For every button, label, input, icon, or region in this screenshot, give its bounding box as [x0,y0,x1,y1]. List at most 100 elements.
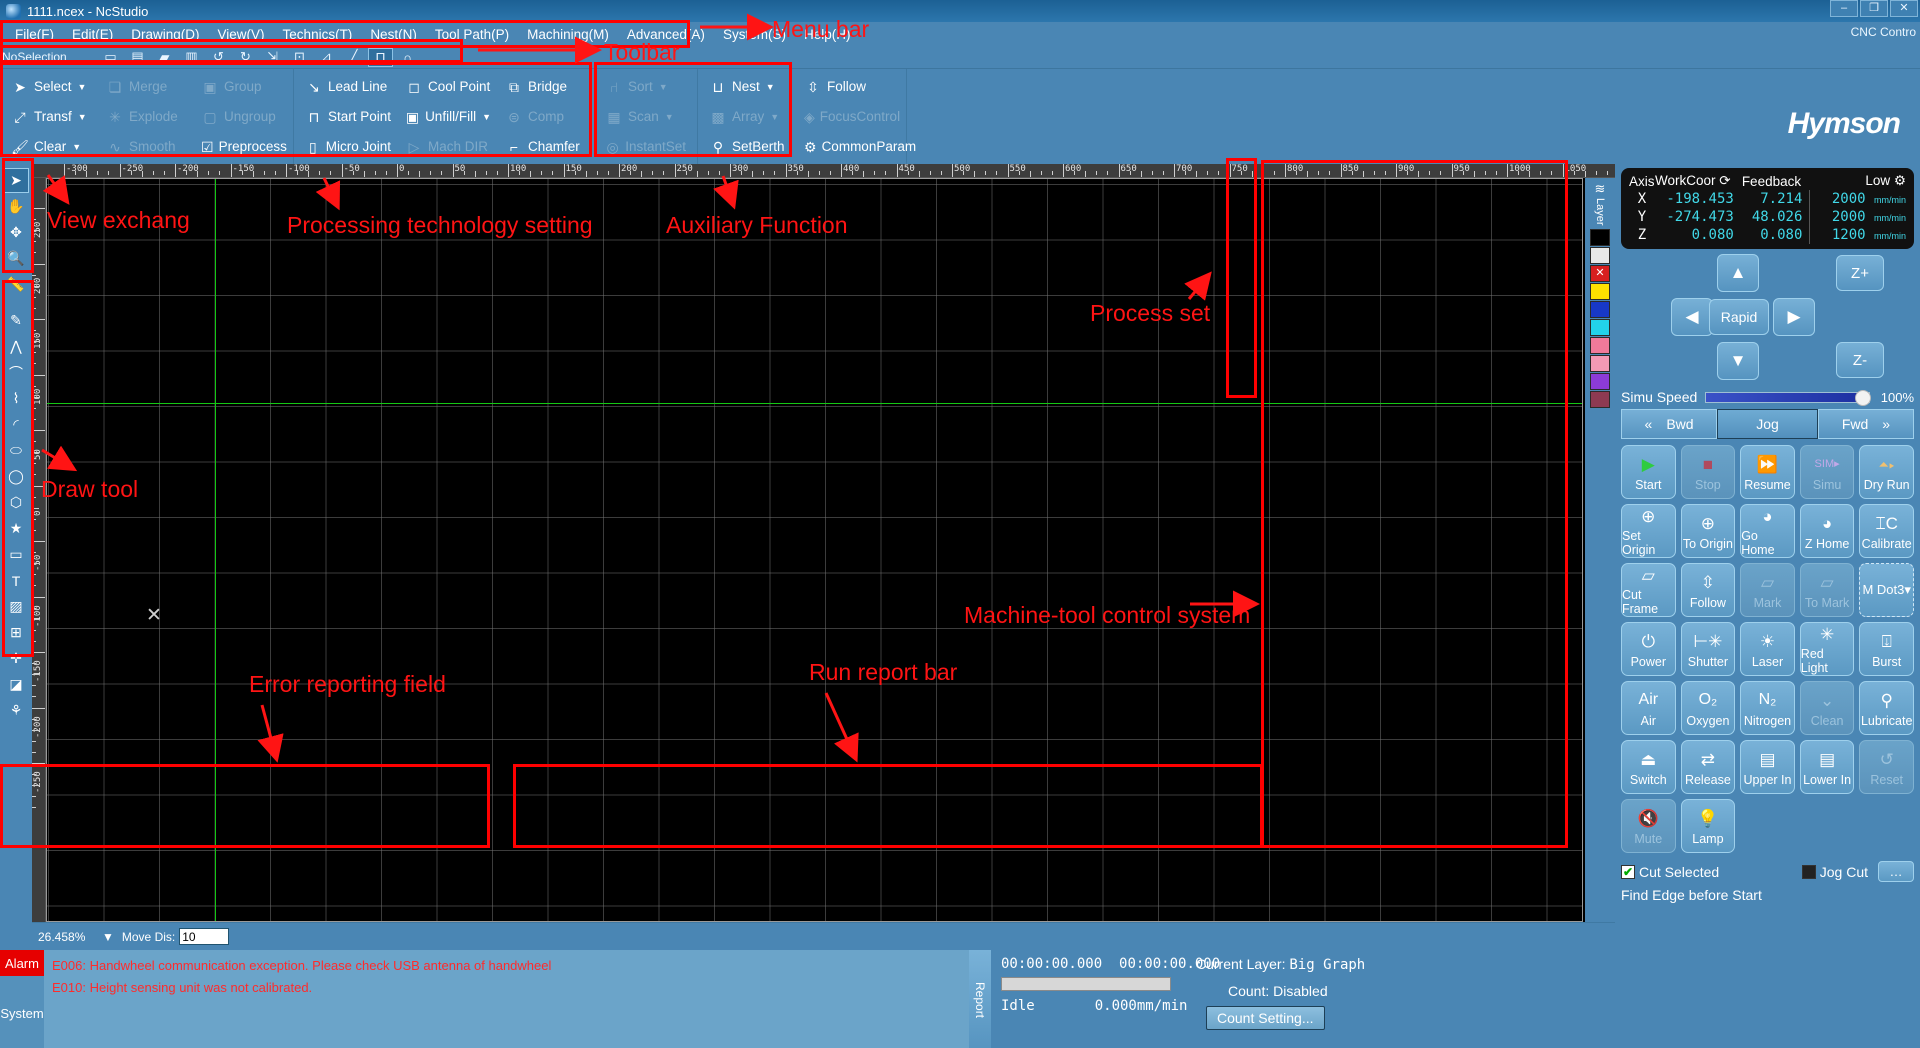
fwd-button[interactable]: Fwd » [1817,409,1914,439]
star-icon[interactable]: ★ [3,516,29,541]
rect-icon[interactable]: ▭ [3,542,29,567]
curve-icon[interactable]: ⌒ [3,360,29,385]
set-origin-button[interactable]: ⊕ Set Origin [1621,504,1676,558]
explode-button[interactable]: ✳ Explode [99,103,194,131]
frame-icon[interactable]: ⊡ [287,48,312,67]
simu-speed-slider[interactable] [1705,389,1871,406]
gear-icon[interactable]: ⚙ [1894,173,1906,188]
line-icon[interactable]: ╱ [341,48,366,67]
cut-selected-checkbox[interactable]: ✔ [1621,864,1635,879]
laser-button[interactable]: ☀ Laser [1740,622,1795,676]
menu-item-toolpath[interactable]: Tool Path(P) [426,25,518,44]
z-plus-button[interactable]: Z+ [1836,255,1884,291]
bwd-button[interactable]: « Bwd [1621,409,1718,439]
comp-button[interactable]: ⊜ Comp [498,103,598,131]
save-icon[interactable]: ▤ [125,48,150,67]
red-light-button[interactable]: ✳ Red Light [1799,622,1855,676]
go-home-button[interactable]: ◕ Go Home [1740,504,1795,558]
switch-button[interactable]: ⏏ Switch [1621,740,1676,794]
burst-button[interactable]: ⍗ Burst [1859,622,1914,676]
array-button[interactable]: ▩ Array ▼ [702,103,797,131]
smooth-button[interactable]: ∿ Smooth [99,133,194,161]
measure2-icon[interactable]: ⚘ [3,698,29,723]
layer-swatch-black[interactable] [1590,228,1610,246]
dry-run-button[interactable]: ⏶▸ Dry Run [1859,445,1914,499]
layer-swatch-cyan[interactable] [1590,318,1610,336]
zoom-icon[interactable]: 🔍 [3,246,29,271]
ellipse-icon[interactable]: ⬭ [3,438,29,463]
z-minus-button[interactable]: Z- [1836,342,1884,378]
lead-line-button[interactable]: ↘ Lead Line [298,73,398,101]
unfill-fill-button[interactable]: ▣ Unfill/Fill ▼ [398,103,498,131]
save-as-icon[interactable]: ▥ [179,48,204,67]
chevron-down-icon[interactable]: ▼ [770,112,779,122]
dim-icon[interactable]: ◪ [3,672,29,697]
new-file-icon[interactable]: ▭ [98,48,123,67]
text-icon[interactable]: T [3,568,29,593]
chevron-down-icon[interactable]: ▼ [72,142,81,152]
layer-swatch-maroon[interactable] [1590,390,1610,408]
group-button[interactable]: ▣ Group [194,73,289,101]
nest-button[interactable]: ⊔ Nest ▼ [702,73,797,101]
pen-icon[interactable]: ✎ [3,308,29,333]
menu-item-view[interactable]: View(V) [209,25,274,44]
crosshair-icon[interactable]: ✛ [3,646,29,671]
layer-swatch-red[interactable]: ✕ [1590,264,1610,282]
chevron-down-icon[interactable]: ▼ [102,930,114,944]
move-distance-input[interactable] [179,928,230,945]
tab-system[interactable]: System [0,976,44,1048]
lubricate-button[interactable]: ⚲ Lubricate [1859,681,1914,735]
cursor-icon[interactable]: ➤ [3,168,29,193]
common-param-button[interactable]: ⚙ CommonParam [797,133,916,161]
circle-icon[interactable]: ◯ [3,464,29,489]
follow-button[interactable]: ⇳ Follow [797,73,902,101]
cool-point-button[interactable]: ◻ Cool Point [398,73,498,101]
jog-right-button[interactable]: ▶ [1773,298,1815,336]
layer-swatch-purple[interactable] [1590,372,1610,390]
window-controls[interactable]: – ❐ ✕ [1828,0,1918,17]
ungroup-button[interactable]: ▢ Ungroup [194,103,289,131]
release-button[interactable]: ⇄ Release [1680,740,1736,794]
maximize-button[interactable]: ❐ [1860,0,1888,17]
chevron-down-icon[interactable]: ▼ [78,82,87,92]
redo-icon[interactable]: ↻ [233,48,258,67]
clear-button[interactable]: 🖌 Clear ▼ [4,133,99,161]
close-button[interactable]: ✕ [1890,0,1918,17]
arc-icon[interactable]: ◜ [3,412,29,437]
scan-button[interactable]: ▦ Scan ▼ [598,103,693,131]
node-icon[interactable]: ∏ [368,47,393,67]
image-icon[interactable]: ▨ [3,594,29,619]
reset-button[interactable]: ↺ Reset [1859,740,1914,794]
micro-joint-button[interactable]: ▯ Micro Joint [298,133,398,161]
menu-item-file[interactable]: File(F) [6,25,63,44]
undo-icon[interactable]: ↺ [206,48,231,67]
layer-swatch-pink[interactable] [1590,336,1610,354]
layers-stack-icon[interactable]: ≋ [1590,180,1610,198]
refresh-icon[interactable]: ⟳ [1719,173,1730,188]
resume-button[interactable]: ⏩ Resume [1740,445,1795,499]
start-button[interactable]: ▶ Start [1621,445,1676,499]
chevron-down-icon[interactable]: ▼ [665,112,674,122]
calibrate-button[interactable]: ⌶C Calibrate [1859,504,1914,558]
tab-report[interactable]: Report [969,950,991,1048]
stop-button[interactable]: ■ Stop [1680,445,1736,499]
jog-left-button[interactable]: ◀ [1671,298,1713,336]
merge-button[interactable]: ❏ Merge [99,73,194,101]
lamp-button[interactable]: 💡 Lamp [1680,799,1736,853]
canvas-grid[interactable]: ✕ [46,178,1583,922]
mark-button[interactable]: ▱ Mark [1740,563,1795,617]
menu-item-edit[interactable]: Edit(E) [63,25,122,44]
more-options-button[interactable]: … [1878,861,1914,882]
table-icon[interactable]: ⊞ [3,620,29,645]
select-button[interactable]: ➤ Select ▼ [4,73,99,101]
bridge-button[interactable]: ⧉ Bridge [498,73,598,101]
focus-control-button[interactable]: ◈ FocusControl [797,103,902,131]
shutter-button[interactable]: ⊢✳ Shutter [1680,622,1736,676]
node2-icon[interactable]: ∩ [395,48,420,67]
measure-icon[interactable]: ⊿ [314,48,339,67]
chevron-down-icon[interactable]: ▼ [659,82,668,92]
chamfer-button[interactable]: ⌐ Chamfer [498,133,598,161]
transform-button[interactable]: ⤢ Transf ▼ [4,103,99,131]
rapid-button[interactable]: Rapid [1709,299,1769,335]
setberth-button[interactable]: ⚲ SetBerth [702,133,797,161]
